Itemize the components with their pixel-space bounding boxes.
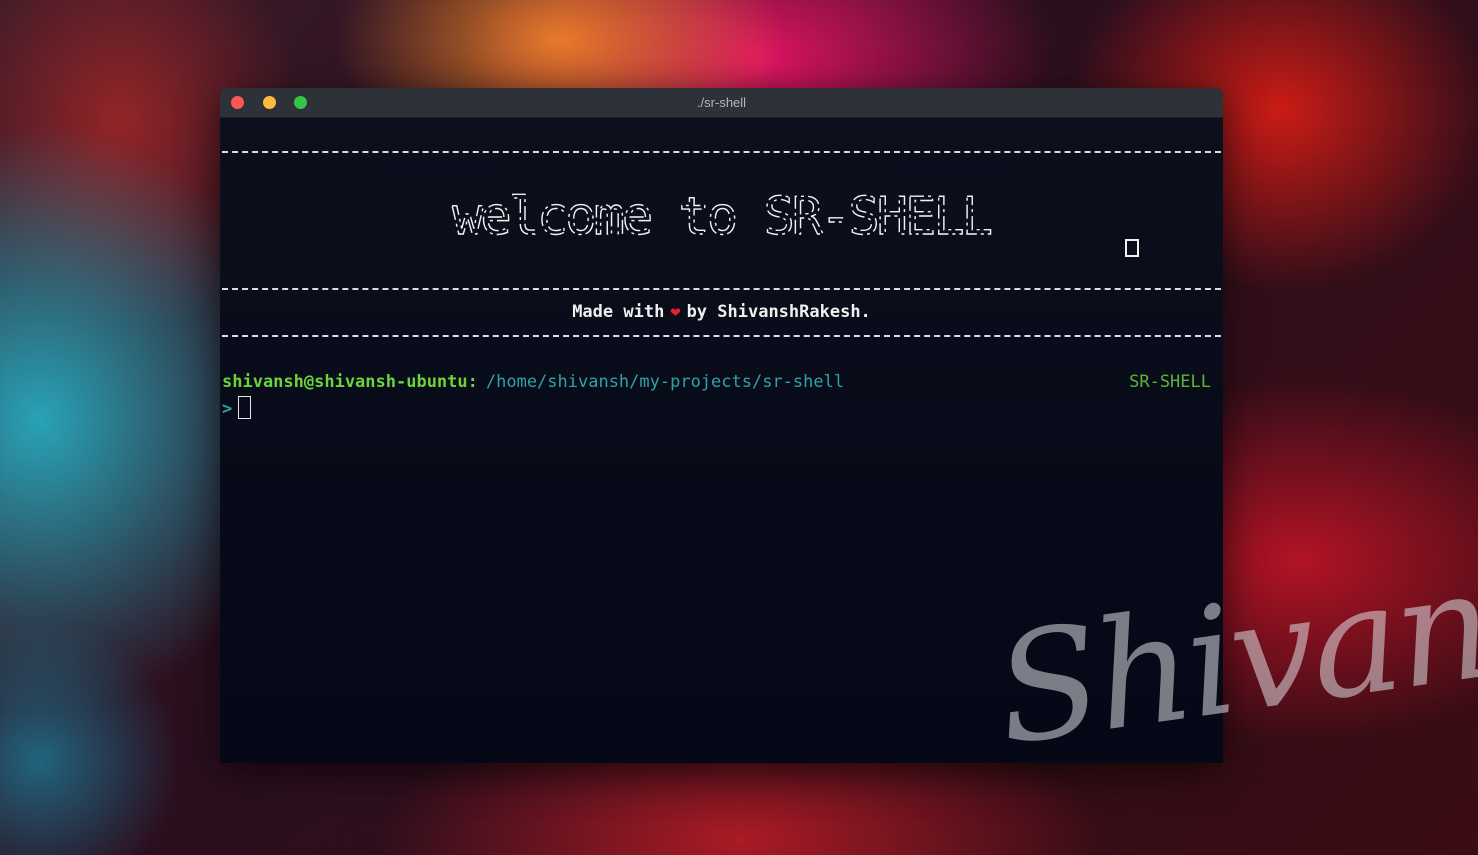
- window-title: ./sr-shell: [696, 95, 747, 110]
- banner-cursor-glyph: [1125, 239, 1139, 257]
- dashed-divider: [222, 288, 1221, 290]
- credit-prefix: Made with: [572, 302, 665, 322]
- prompt-cwd: /home/shivansh/my-projects/sr-shell: [485, 372, 845, 392]
- prompt-arrow: >: [222, 399, 233, 419]
- text-cursor[interactable]: [238, 396, 252, 419]
- prompt-user-host: shivansh@shivansh-ubuntu:: [222, 372, 478, 392]
- heart-icon: ❤: [670, 302, 681, 322]
- dashed-divider: [222, 335, 1221, 337]
- prompt-line: shivansh@shivansh-ubuntu: /home/shivansh/…: [222, 372, 844, 392]
- credit-line: Made with ❤ by ShivanshRakesh.: [220, 302, 1223, 322]
- credit-suffix: by ShivanshRakesh.: [686, 302, 871, 322]
- title-bar[interactable]: ./sr-shell: [220, 88, 1223, 118]
- dashed-divider: [222, 151, 1221, 153]
- ascii-banner: welcome to SR-SHELL: [451, 186, 1139, 257]
- banner-text: welcome to SR-SHELL: [452, 187, 991, 247]
- command-input[interactable]: >: [222, 396, 252, 419]
- app-name-label: SR-SHELL: [1129, 372, 1211, 392]
